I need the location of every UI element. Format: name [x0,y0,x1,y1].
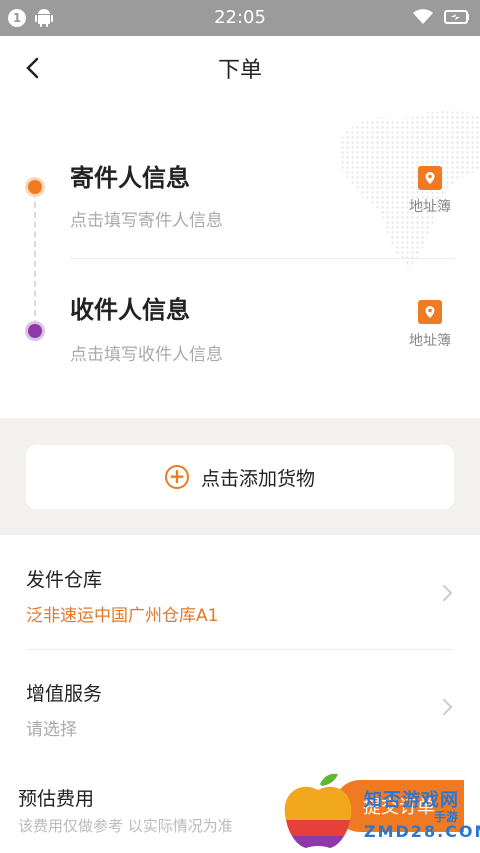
warehouse-value: 泛非速运中国广州仓库A1 [26,606,219,626]
receiver-placeholder[interactable]: 点击填写收件人信息 [70,340,223,365]
location-pin-icon [418,166,442,190]
battery-icon [444,10,469,24]
timeline-connector [34,192,36,326]
value-added-title: 增值服务 [26,683,103,705]
add-goods-label: 点击添加货物 [200,467,315,490]
status-bar: 1 22:05 [0,0,480,36]
estimate-note: 该费用仅做参考 以实际情况为准 [18,817,233,835]
sender-title[interactable]: 寄件人信息 [70,158,190,193]
watermark-text-3: ZMD28.COM [364,822,480,841]
add-circle-icon: + [164,465,189,489]
sender-dot [28,180,42,194]
apple-logo-icon [284,773,352,848]
header: 下单 [0,36,480,100]
estimate-title: 预估费用 [18,788,95,810]
wifi-icon [413,9,433,24]
address-divider [70,258,454,259]
sender-address-book-button[interactable]: 地址簿 [400,166,460,216]
options-divider [26,649,454,650]
receiver-address-book-button[interactable]: 地址簿 [400,300,460,350]
chevron-right-icon [435,584,453,602]
site-watermark: 知否游戏网 手游 ZMD28.COM [280,766,480,853]
page-title: 下单 [217,58,262,83]
receiver-title[interactable]: 收件人信息 [70,290,190,325]
address-book-label: 地址簿 [409,199,451,215]
add-goods-button[interactable]: + 点击添加货物 [26,445,454,509]
status-time: 22:05 [214,7,266,28]
sender-placeholder[interactable]: 点击填写寄件人信息 [70,206,223,231]
receiver-dot [28,324,42,338]
location-pin-icon [418,300,442,324]
chevron-right-icon [435,698,453,716]
value-added-value: 请选择 [26,720,77,740]
address-book-label: 地址簿 [409,333,451,349]
warehouse-title: 发件仓库 [26,569,103,591]
address-card: 寄件人信息 点击填写寄件人信息 地址簿 收件人信息 点击填写收件人信息 地址簿 [0,100,480,418]
